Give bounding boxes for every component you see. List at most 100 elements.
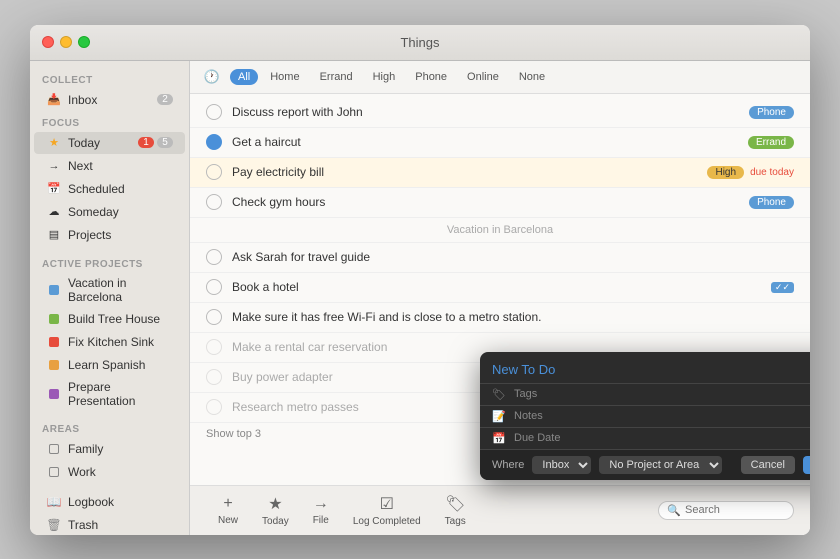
today-toolbar-icon: ★ <box>268 494 282 514</box>
due-today-label: due today <box>750 167 794 178</box>
popup-header <box>480 352 810 383</box>
sidebar-item-today[interactable]: ★ Today 1 5 <box>34 132 185 154</box>
task-checkbox[interactable] <box>206 134 222 150</box>
task-text: Ask Sarah for travel guide <box>232 250 794 264</box>
inbox-icon: 📥 <box>46 92 62 108</box>
task-checkbox[interactable] <box>206 194 222 210</box>
scheduled-label: Scheduled <box>68 182 173 196</box>
file-button[interactable]: → File <box>301 493 341 528</box>
trash-label: Trash <box>68 518 173 532</box>
close-button[interactable] <box>42 36 54 48</box>
sidebar-item-presentation[interactable]: Prepare Presentation <box>34 377 185 411</box>
new-todo-title-input[interactable] <box>492 360 810 379</box>
task-checkbox[interactable] <box>206 104 222 120</box>
task-checkbox[interactable] <box>206 369 222 385</box>
today-button[interactable]: ★ Today <box>250 492 301 529</box>
notes-popup-icon: 📝 <box>492 410 506 423</box>
table-row[interactable]: Discuss report with John Phone <box>190 98 810 128</box>
table-row[interactable]: Ask Sarah for travel guide <box>190 243 810 273</box>
task-text: Book a hotel <box>232 280 771 294</box>
where-label: Where <box>492 459 524 471</box>
traffic-lights <box>42 36 90 48</box>
task-tag-errand: Errand <box>748 136 794 149</box>
projects-label: Projects <box>68 228 173 242</box>
table-row[interactable]: Get a haircut Errand <box>190 128 810 158</box>
task-checkbox[interactable] <box>206 249 222 265</box>
cancel-button[interactable]: Cancel <box>741 456 795 474</box>
sidebar-item-treehouse[interactable]: Build Tree House <box>34 308 185 330</box>
logbook-icon: 📖 <box>46 494 62 510</box>
minimize-button[interactable] <box>60 36 72 48</box>
filter-all[interactable]: All <box>230 69 258 85</box>
filter-phone[interactable]: Phone <box>407 69 455 85</box>
popup-notes-field: 📝 Notes ↗ <box>480 405 810 427</box>
sidebar-item-work[interactable]: Work <box>34 461 185 483</box>
trash-icon: 🗑 <box>46 517 62 533</box>
filter-online[interactable]: Online <box>459 69 507 85</box>
new-button[interactable]: + New <box>206 493 250 528</box>
scheduled-icon: 📅 <box>46 181 62 197</box>
task-text: Get a haircut <box>232 135 742 149</box>
filter-errand[interactable]: Errand <box>312 69 361 85</box>
tags-popup-label: Tags <box>514 388 537 400</box>
sidebar-item-family[interactable]: Family <box>34 438 185 460</box>
popup-footer: Where Inbox No Project or Area Cancel Sa… <box>480 449 810 480</box>
family-label: Family <box>68 442 173 456</box>
filter-bar: 🕐 All Home Errand High Phone Online None <box>190 61 810 94</box>
sidebar-item-inbox[interactable]: 📥 Inbox 2 <box>34 89 185 111</box>
filter-icon: 🕐 <box>202 67 222 87</box>
sidebar-item-trash[interactable]: 🗑 Trash <box>34 514 185 535</box>
today-icon: ★ <box>46 135 62 151</box>
vacation-icon <box>46 282 62 298</box>
save-button[interactable]: Save <box>803 456 810 474</box>
main-panel: 🕐 All Home Errand High Phone Online None… <box>190 61 810 535</box>
sidebar-item-spanish[interactable]: Learn Spanish <box>34 354 185 376</box>
treehouse-icon <box>46 311 62 327</box>
log-label: Log Completed <box>353 516 421 527</box>
project-select[interactable]: No Project or Area <box>599 456 722 474</box>
duedate-popup-icon: 📅 <box>492 432 506 445</box>
sidebar-item-vacation[interactable]: Vacation in Barcelona <box>34 273 185 307</box>
sidebar-item-next[interactable]: → Next <box>34 155 185 177</box>
tags-button[interactable]: 🏷 Tags <box>433 492 478 529</box>
task-text: Pay electricity bill <box>232 165 701 179</box>
table-row[interactable]: Book a hotel ✓✓ <box>190 273 810 303</box>
work-icon <box>46 464 62 480</box>
sidebar-item-projects[interactable]: ▤ Projects <box>34 224 185 246</box>
new-label: New <box>218 515 238 526</box>
tags-popup-icon: 🏷 <box>492 388 506 401</box>
search-input[interactable] <box>685 504 785 516</box>
hotel-tag: ✓✓ <box>771 282 794 293</box>
task-checkbox[interactable] <box>206 164 222 180</box>
table-row[interactable]: Check gym hours Phone <box>190 188 810 218</box>
log-completed-button[interactable]: ☑ Log Completed <box>341 492 433 529</box>
sidebar-item-scheduled[interactable]: 📅 Scheduled <box>34 178 185 200</box>
popup-duedate-field: 📅 Due Date <box>480 427 810 449</box>
table-row[interactable]: Make sure it has free Wi-Fi and is close… <box>190 303 810 333</box>
sidebar-item-logbook[interactable]: 📖 Logbook <box>34 491 185 513</box>
filter-home[interactable]: Home <box>262 69 307 85</box>
task-text: Discuss report with John <box>232 105 743 119</box>
task-text: Check gym hours <box>232 195 743 209</box>
table-row[interactable]: Pay electricity bill High due today <box>190 158 810 188</box>
filter-none[interactable]: None <box>511 69 553 85</box>
sidebar-item-someday[interactable]: ☁ Someday <box>34 201 185 223</box>
window-title: Things <box>400 35 439 50</box>
tags-label: Tags <box>445 516 466 527</box>
sidebar-item-kitchen[interactable]: Fix Kitchen Sink <box>34 331 185 353</box>
next-label: Next <box>68 159 173 173</box>
presentation-icon <box>46 386 62 402</box>
inbox-select[interactable]: Inbox <box>532 456 591 474</box>
task-checkbox[interactable] <box>206 399 222 415</box>
today-label: Today <box>68 136 138 150</box>
bottom-toolbar: + New ★ Today → File ☑ Log Completed 🏷 <box>190 485 810 535</box>
task-checkbox[interactable] <box>206 279 222 295</box>
someday-icon: ☁ <box>46 204 62 220</box>
duedate-popup-label: Due Date <box>514 432 560 444</box>
collect-label: COLLECT <box>30 69 189 88</box>
filter-high[interactable]: High <box>365 69 404 85</box>
active-projects-label: ACTIVE PROJECTS <box>30 253 189 272</box>
task-checkbox[interactable] <box>206 309 222 325</box>
task-checkbox[interactable] <box>206 339 222 355</box>
maximize-button[interactable] <box>78 36 90 48</box>
